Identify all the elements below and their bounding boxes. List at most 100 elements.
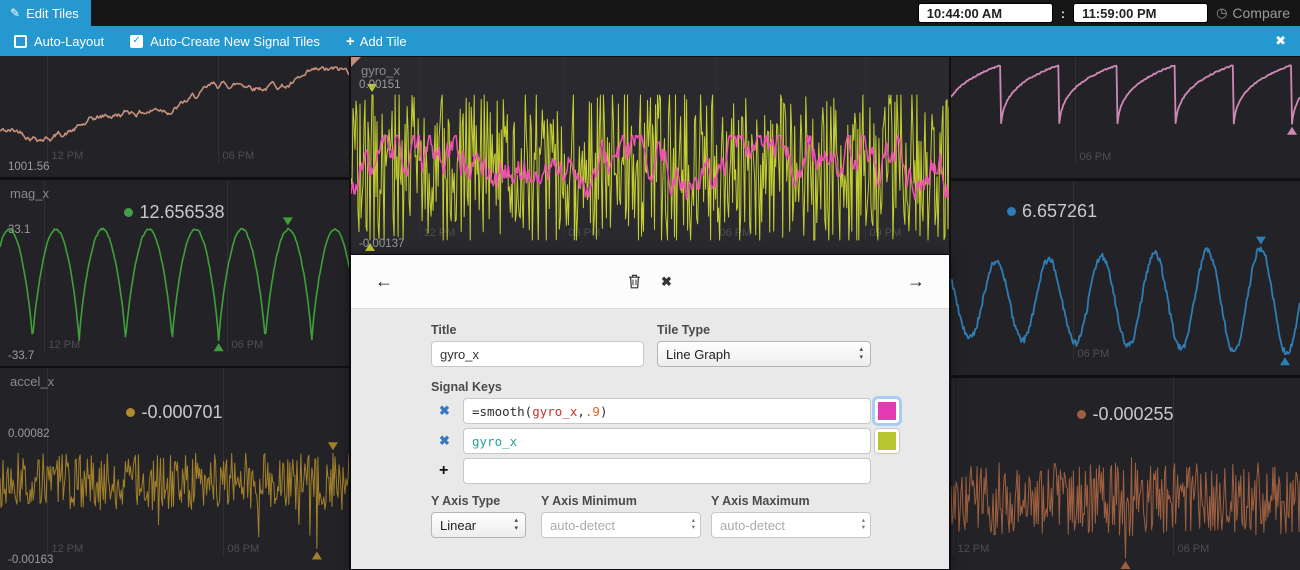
tile-mag-x[interactable]: mag_x 12.656538 33.1 -33.7 12 PM06 PM xyxy=(0,180,349,366)
topbar: ✎ Edit Tiles : ◷ Compare xyxy=(0,0,1300,26)
previous-tile-button[interactable]: ← xyxy=(375,271,393,292)
modal-body: Title Tile Type Line Graph ▴▾ Signal Key… xyxy=(351,309,949,569)
tile-title: mag_x xyxy=(10,186,49,201)
tile-title: accel_x xyxy=(10,374,54,389)
time-tick-label: 06 PM xyxy=(1178,543,1210,555)
compare-label: Compare xyxy=(1232,5,1290,21)
tile-type-field-label: Tile Type xyxy=(657,323,871,337)
edit-tile-modal: ← ✖ → Title Tile Type xyxy=(351,255,949,570)
auto-layout-label: Auto-Layout xyxy=(34,34,104,49)
tile-title: gyro_x xyxy=(361,63,400,78)
time-tick-label: 06 PM xyxy=(1078,348,1110,360)
auto-layout-toggle[interactable]: Auto-Layout xyxy=(14,34,104,49)
signal-keys-list: ✖ =smooth(gyro_x,.9) ✖ gyro_x + xyxy=(431,398,871,484)
auto-create-toggle[interactable]: ✓ Auto-Create New Signal Tiles xyxy=(130,34,320,49)
min-marker-icon xyxy=(1287,127,1297,135)
tile-blue-wave[interactable]: 6.657261 06 PM xyxy=(951,181,1300,375)
y-min-label: 1001.56 xyxy=(8,161,50,173)
add-tile-button[interactable]: + Add Tile xyxy=(346,33,407,50)
tile-accel-x[interactable]: accel_x -0.000701 0.00082 -0.00163 12 PM… xyxy=(0,368,349,570)
close-modal-button[interactable]: ✖ xyxy=(661,274,672,290)
series-line xyxy=(951,65,1300,124)
signal-key-input[interactable]: =smooth(gyro_x,.9) xyxy=(463,398,871,424)
compare-button[interactable]: ◷ Compare xyxy=(1216,5,1290,21)
title-field-label: Title xyxy=(431,323,644,337)
edit-tiles-label: Edit Tiles xyxy=(26,6,79,21)
signal-color-swatch[interactable] xyxy=(875,399,899,423)
tile-gyro-x[interactable]: gyro_x 0.00151 -0.00137 12 PM03 PM06 PM0… xyxy=(351,57,949,254)
y-axis-max-label: Y Axis Maximum xyxy=(711,494,871,508)
modal-header-actions: ✖ xyxy=(393,274,907,290)
max-marker-icon xyxy=(1256,237,1266,245)
latest-value: -0.000701 xyxy=(0,402,349,423)
y-max-label: 33.1 xyxy=(8,224,30,236)
tile-type-select[interactable]: Line Graph ▴▾ xyxy=(657,341,871,367)
line-chart[interactable]: 12 PM 06 PM xyxy=(0,368,349,570)
time-tick-label: 06 PM xyxy=(228,543,260,555)
y-axis-min-label: Y Axis Minimum xyxy=(541,494,701,508)
min-marker-icon xyxy=(1280,357,1290,365)
min-marker-icon xyxy=(312,552,322,560)
select-caret-icon: ▴▾ xyxy=(514,517,518,533)
remove-signal-button[interactable]: ✖ xyxy=(431,433,463,449)
signal-color-swatch[interactable] xyxy=(875,429,899,453)
signal-key-input[interactable]: gyro_x xyxy=(463,428,871,454)
signal-key-row: ✖ =smooth(gyro_x,.9) xyxy=(431,398,871,424)
time-tick-label: 09 PM xyxy=(870,227,902,239)
series-line xyxy=(0,228,349,340)
delete-tile-button[interactable] xyxy=(628,274,641,289)
edit-tiles-tab[interactable]: ✎ Edit Tiles xyxy=(0,0,91,26)
y-axis-type-select[interactable]: Linear ▴▾ xyxy=(431,512,526,538)
edit-tiles-toolbar: Auto-Layout ✓ Auto-Create New Signal Til… xyxy=(0,26,1300,56)
signal-keys-label: Signal Keys xyxy=(431,380,871,394)
auto-create-label: Auto-Create New Signal Tiles xyxy=(150,34,320,49)
signal-key-input[interactable] xyxy=(463,458,871,484)
remove-signal-button[interactable]: ✖ xyxy=(431,403,463,419)
number-stepper-icon[interactable]: ▴▾ xyxy=(692,517,695,531)
latest-value: -0.000255 xyxy=(951,404,1300,425)
checkbox-unchecked-icon xyxy=(14,35,27,48)
y-max-label: 0.00151 xyxy=(359,79,401,91)
corner-resize-handle[interactable] xyxy=(351,57,361,67)
plus-icon: + xyxy=(346,33,355,50)
add-signal-button[interactable]: + xyxy=(431,462,463,480)
title-input[interactable] xyxy=(431,341,644,367)
series-line xyxy=(951,458,1300,559)
time-tick-label: 12 PM xyxy=(958,543,990,555)
add-tile-label: Add Tile xyxy=(360,34,407,49)
y-min-label: -0.00137 xyxy=(359,238,404,250)
number-stepper-icon[interactable]: ▴▾ xyxy=(862,517,865,531)
signal-key-row: ✖ gyro_x xyxy=(431,428,871,454)
tile-brown-noise[interactable]: -0.000255 12 PM 06 PM xyxy=(951,378,1300,570)
time-tick-label: 12 PM xyxy=(52,150,84,162)
series-line xyxy=(951,248,1300,355)
tile-pink-wave[interactable]: 06 PM xyxy=(951,57,1300,178)
tile-baro[interactable]: 1001.56 12 PM 06 PM xyxy=(0,56,349,177)
time-tick-label: 06 PM xyxy=(223,150,255,162)
next-tile-button[interactable]: → xyxy=(907,271,925,292)
time-separator: : xyxy=(1061,6,1065,21)
select-caret-icon: ▴▾ xyxy=(859,346,863,362)
time-tick-label: 12 PM xyxy=(52,543,84,555)
close-edit-mode-button[interactable]: ✖ xyxy=(1275,33,1286,49)
line-chart[interactable]: 12 PM03 PM06 PM09 PM xyxy=(351,57,949,254)
y-axis-max-input[interactable] xyxy=(711,512,871,538)
compare-clock-icon: ◷ xyxy=(1216,5,1227,21)
time-tick-label: 06 PM xyxy=(232,339,264,351)
end-time-input[interactable] xyxy=(1073,3,1208,23)
modal-header: ← ✖ → xyxy=(351,255,949,309)
latest-value: 6.657261 xyxy=(1007,201,1097,222)
start-time-input[interactable] xyxy=(918,3,1053,23)
series-dot-icon xyxy=(1077,410,1086,419)
y-axis-min-input[interactable] xyxy=(541,512,701,538)
line-chart[interactable]: 12 PM 06 PM xyxy=(0,56,349,177)
time-range-controls: : ◷ Compare xyxy=(918,0,1300,26)
series-line xyxy=(0,453,349,548)
min-marker-icon xyxy=(214,343,224,351)
y-axis-type-label: Y Axis Type xyxy=(431,494,526,508)
line-chart[interactable]: 06 PM xyxy=(951,181,1300,375)
series-line xyxy=(351,95,949,240)
series-line xyxy=(0,67,349,141)
series-dot-icon xyxy=(1007,207,1016,216)
line-chart[interactable]: 06 PM xyxy=(951,57,1300,178)
